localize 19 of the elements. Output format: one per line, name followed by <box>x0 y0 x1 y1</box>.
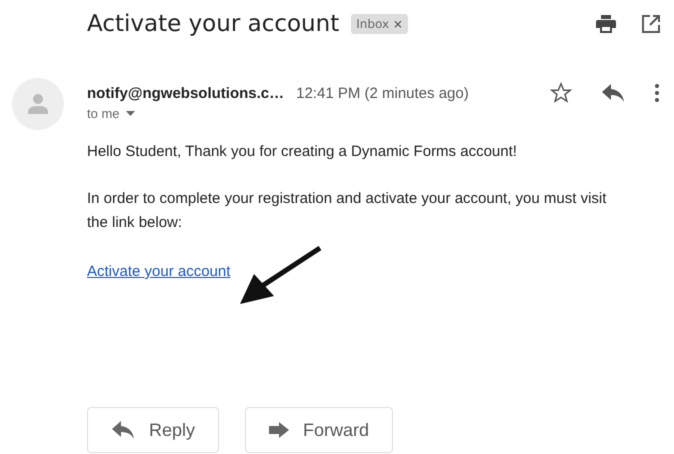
forward-button[interactable]: Forward <box>245 407 394 453</box>
avatar-icon <box>12 78 64 130</box>
star-icon[interactable] <box>550 82 572 104</box>
forward-arrow-icon <box>269 422 290 438</box>
caret-icon <box>126 111 135 116</box>
reply-button[interactable]: Reply <box>87 407 220 453</box>
more-options-icon[interactable] <box>654 83 660 103</box>
reply-icon[interactable] <box>602 84 624 102</box>
inbox-label[interactable]: Inbox × <box>351 14 408 34</box>
print-icon[interactable] <box>596 15 616 33</box>
email-subject: Activate your account <box>87 11 340 37</box>
email-paragraph: Hello Student, Thank you for creating a Dynamic Forms account! <box>87 142 518 162</box>
activation-link[interactable]: Activate your account <box>87 260 230 284</box>
sender-address: notify@ngwebsolutions.c… <box>87 84 284 102</box>
open-in-new-window-icon[interactable] <box>642 15 660 33</box>
recipient-dropdown[interactable]: to me <box>87 106 135 121</box>
email-paragraph: In order to complete your registration and activate your account, you must visit the link below: <box>87 189 608 233</box>
email-time: 12:41 PM (2 minutes ago) <box>296 84 469 102</box>
reply-icon <box>111 421 135 439</box>
